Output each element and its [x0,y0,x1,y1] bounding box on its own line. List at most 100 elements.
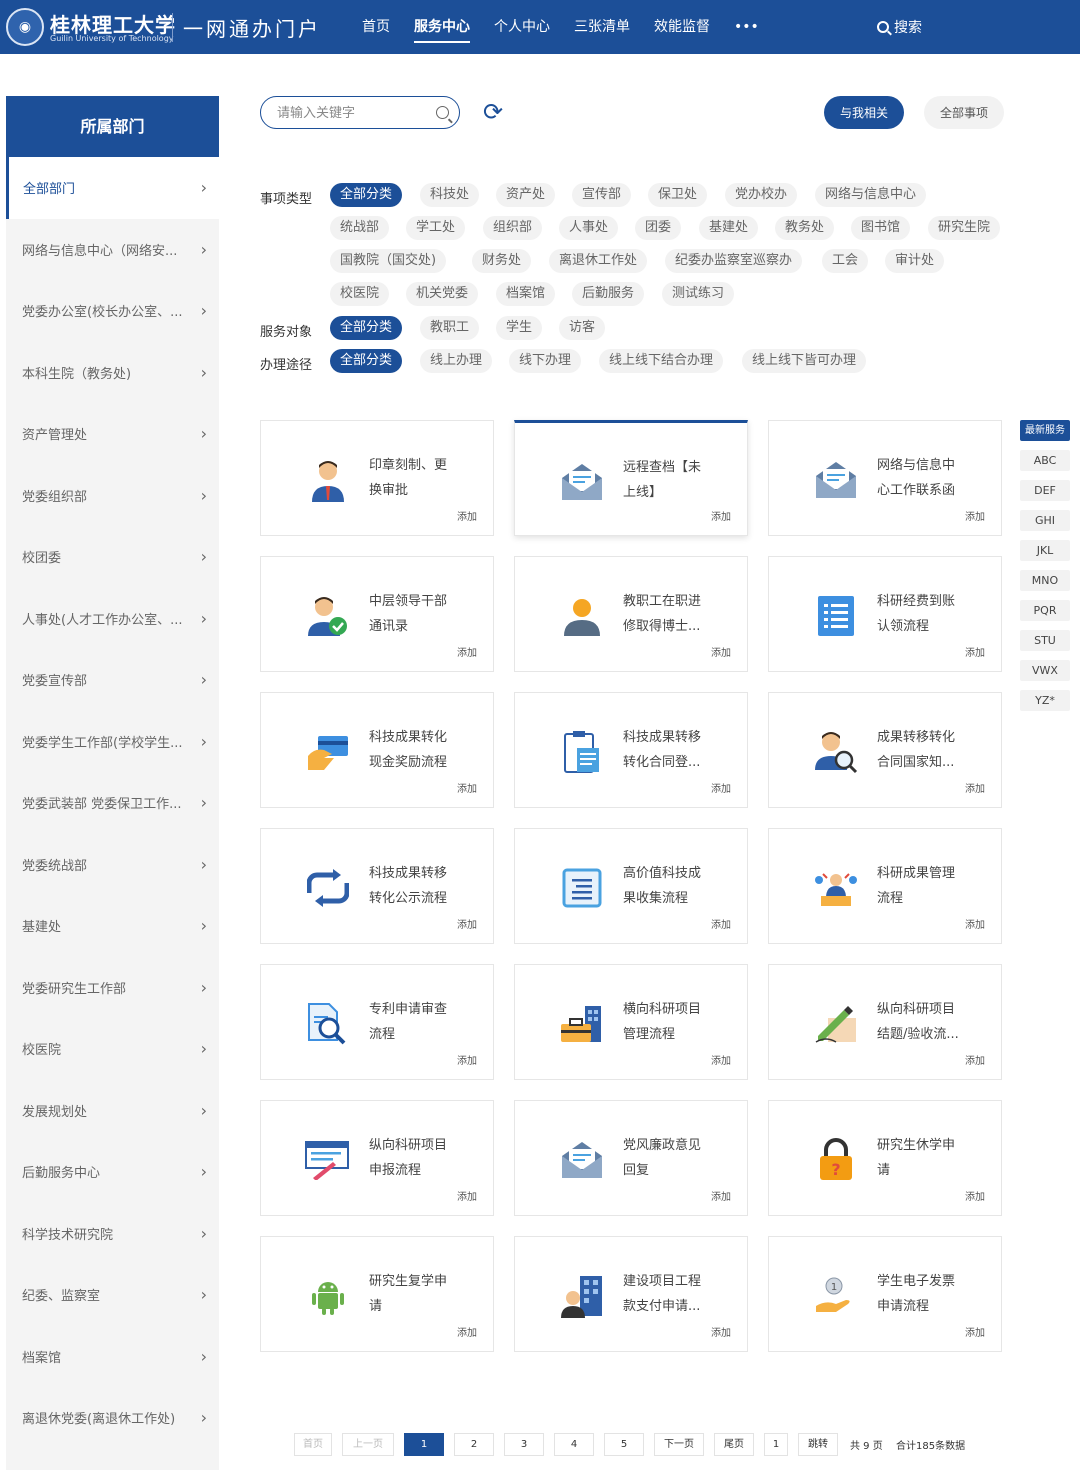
sidebar-item[interactable]: 党委组织部 › [6,465,219,527]
filter-chip-type[interactable]: 组织部 [483,216,543,240]
filter-chip-channel[interactable]: 线上线下皆可办理 [742,349,867,373]
service-card[interactable]: 高价值科技成 果收集流程 添加 [514,828,748,944]
filter-chip-type[interactable]: 工会 [822,249,869,273]
filter-chip-type[interactable]: 资产处 [496,183,556,207]
add-button[interactable]: 添加 [457,644,477,659]
filter-chip-type[interactable]: 学工处 [406,216,466,240]
filter-chip-type[interactable]: 保卫处 [648,183,708,207]
all-items-button[interactable]: 全部事项 [924,96,1004,129]
filter-chip-type[interactable]: 后勤服务 [572,282,645,306]
service-card[interactable]: 成果转移转化 合同国家知... 添加 [768,692,1002,808]
add-button[interactable]: 添加 [711,644,731,659]
jump-button[interactable]: 跳转 [798,1433,838,1456]
add-button[interactable]: 添加 [965,916,985,931]
add-button[interactable]: 添加 [457,508,477,523]
add-button[interactable]: 添加 [457,1324,477,1339]
service-card[interactable]: 科研成果管理 流程 添加 [768,828,1002,944]
service-card[interactable]: 纵向科研项目 申报流程 添加 [260,1100,494,1216]
add-button[interactable]: 添加 [965,1052,985,1067]
filter-chip-type[interactable]: 研究生院 [928,216,1001,240]
service-card[interactable]: 党风廉政意见 回复 添加 [514,1100,748,1216]
filter-chip-type[interactable]: 机关党委 [406,282,479,306]
filter-chip-type[interactable]: 科技处 [420,183,480,207]
sidebar-item[interactable]: 党委办公室(校长办公室、... › [6,280,219,342]
nav-efficiency-supervision[interactable]: 效能监督 [642,0,722,54]
filter-chip-type[interactable]: 团委 [635,216,682,240]
service-card[interactable]: 远程查档【未 上线】 添加 [514,420,748,536]
sidebar-item[interactable]: 党委统战部 › [6,834,219,896]
service-card[interactable]: 科研经费到账 认领流程 添加 [768,556,1002,672]
service-card[interactable]: 教职工在职进 修取得博士... 添加 [514,556,748,672]
nav-three-lists[interactable]: 三张清单 [562,0,642,54]
filter-chip-type[interactable]: 图书馆 [851,216,911,240]
jump-page-input[interactable]: 1 [764,1433,788,1456]
add-button[interactable]: 添加 [965,508,985,523]
nav-personal-center[interactable]: 个人中心 [482,0,562,54]
filter-chip-type[interactable]: 宣传部 [572,183,632,207]
add-button[interactable]: 添加 [965,780,985,795]
filter-chip-type[interactable]: 档案馆 [496,282,556,306]
sidebar-item[interactable]: 党委学生工作部(学校学生... › [6,711,219,773]
sidebar-item[interactable]: 资产管理处 › [6,403,219,465]
alpha-index-item[interactable]: MNO [1020,570,1070,591]
add-button[interactable]: 添加 [711,780,731,795]
filter-chip-type[interactable]: 离退休工作处 [549,249,648,273]
sidebar-item[interactable]: 全部部门 › [6,157,219,219]
add-button[interactable]: 添加 [711,916,731,931]
sidebar-item[interactable]: 发展规划处 › [6,1080,219,1142]
service-card[interactable]: 建设项目工程 款支付申请... 添加 [514,1236,748,1352]
related-to-me-button[interactable]: 与我相关 [824,96,904,129]
filter-chip-channel[interactable]: 线上线下结合办理 [599,349,724,373]
add-button[interactable]: 添加 [457,780,477,795]
sidebar-item[interactable]: 网络与信息中心（网络安... › [6,219,219,281]
page-number-button[interactable]: 5 [604,1433,644,1456]
filter-chip-type[interactable]: 教务处 [775,216,835,240]
sidebar-item[interactable]: 本科生院（教务处) › [6,342,219,404]
add-button[interactable]: 添加 [965,1324,985,1339]
add-button[interactable]: 添加 [965,644,985,659]
prev-page-button[interactable]: 上一页 [342,1433,394,1456]
alpha-index-item[interactable]: DEF [1020,480,1070,501]
nav-home[interactable]: 首页 [350,0,402,54]
add-button[interactable]: 添加 [457,916,477,931]
header-search-button[interactable]: 搜索 [877,17,922,37]
sidebar-item[interactable]: 纪委、监察室 › [6,1264,219,1326]
add-button[interactable]: 添加 [711,508,731,523]
alpha-index-item[interactable]: YZ* [1020,690,1070,711]
sidebar-item[interactable]: 党委研究生工作部 › [6,957,219,1019]
last-page-button[interactable]: 尾页 [714,1433,754,1456]
filter-chip-channel[interactable]: 线上办理 [420,349,493,373]
filter-chip-type[interactable]: 校医院 [330,282,390,306]
sidebar-item[interactable]: 人事处(人才工作办公室、... › [6,588,219,650]
add-button[interactable]: 添加 [965,1188,985,1203]
first-page-button[interactable]: 首页 [294,1433,332,1456]
filter-chip-type[interactable]: 测试练习 [662,282,735,306]
keyword-search-input[interactable] [277,105,427,120]
add-button[interactable]: 添加 [457,1052,477,1067]
service-card[interactable]: 专利申请审查 流程 添加 [260,964,494,1080]
service-card[interactable]: 网络与信息中 心工作联系函 添加 [768,420,1002,536]
alpha-index-item[interactable]: STU [1020,630,1070,651]
page-number-button[interactable]: 1 [404,1433,444,1456]
filter-chip-channel[interactable]: 线下办理 [509,349,582,373]
alpha-index-item[interactable]: PQR [1020,600,1070,621]
service-card[interactable]: 纵向科研项目 结题/验收流... 添加 [768,964,1002,1080]
filter-chip-audience[interactable]: 学生 [496,316,543,340]
refresh-icon[interactable]: ⟳ [480,99,506,125]
filter-chip-audience[interactable]: 访客 [559,316,606,340]
service-card[interactable]: 印章刻制、更 换审批 添加 [260,420,494,536]
alpha-index-item[interactable]: GHI [1020,510,1070,531]
add-button[interactable]: 添加 [711,1324,731,1339]
sidebar-item[interactable]: 档案馆 › [6,1326,219,1388]
page-number-button[interactable]: 4 [554,1433,594,1456]
filter-chip-type[interactable]: 统战部 [330,216,390,240]
alpha-index-item[interactable]: VWX [1020,660,1070,681]
filter-chip-type[interactable]: 国教院（国交处) [330,249,447,273]
filter-chip-channel[interactable]: 全部分类 [330,349,403,373]
sidebar-item[interactable]: 党委宣传部 › [6,649,219,711]
filter-chip-type[interactable]: 党办校办 [725,183,798,207]
add-button[interactable]: 添加 [711,1188,731,1203]
alpha-index-item[interactable]: ABC [1020,450,1070,471]
filter-chip-type[interactable]: 纪委办监察室巡察办 [665,249,803,273]
sidebar-item[interactable]: 后勤服务中心 › [6,1141,219,1203]
